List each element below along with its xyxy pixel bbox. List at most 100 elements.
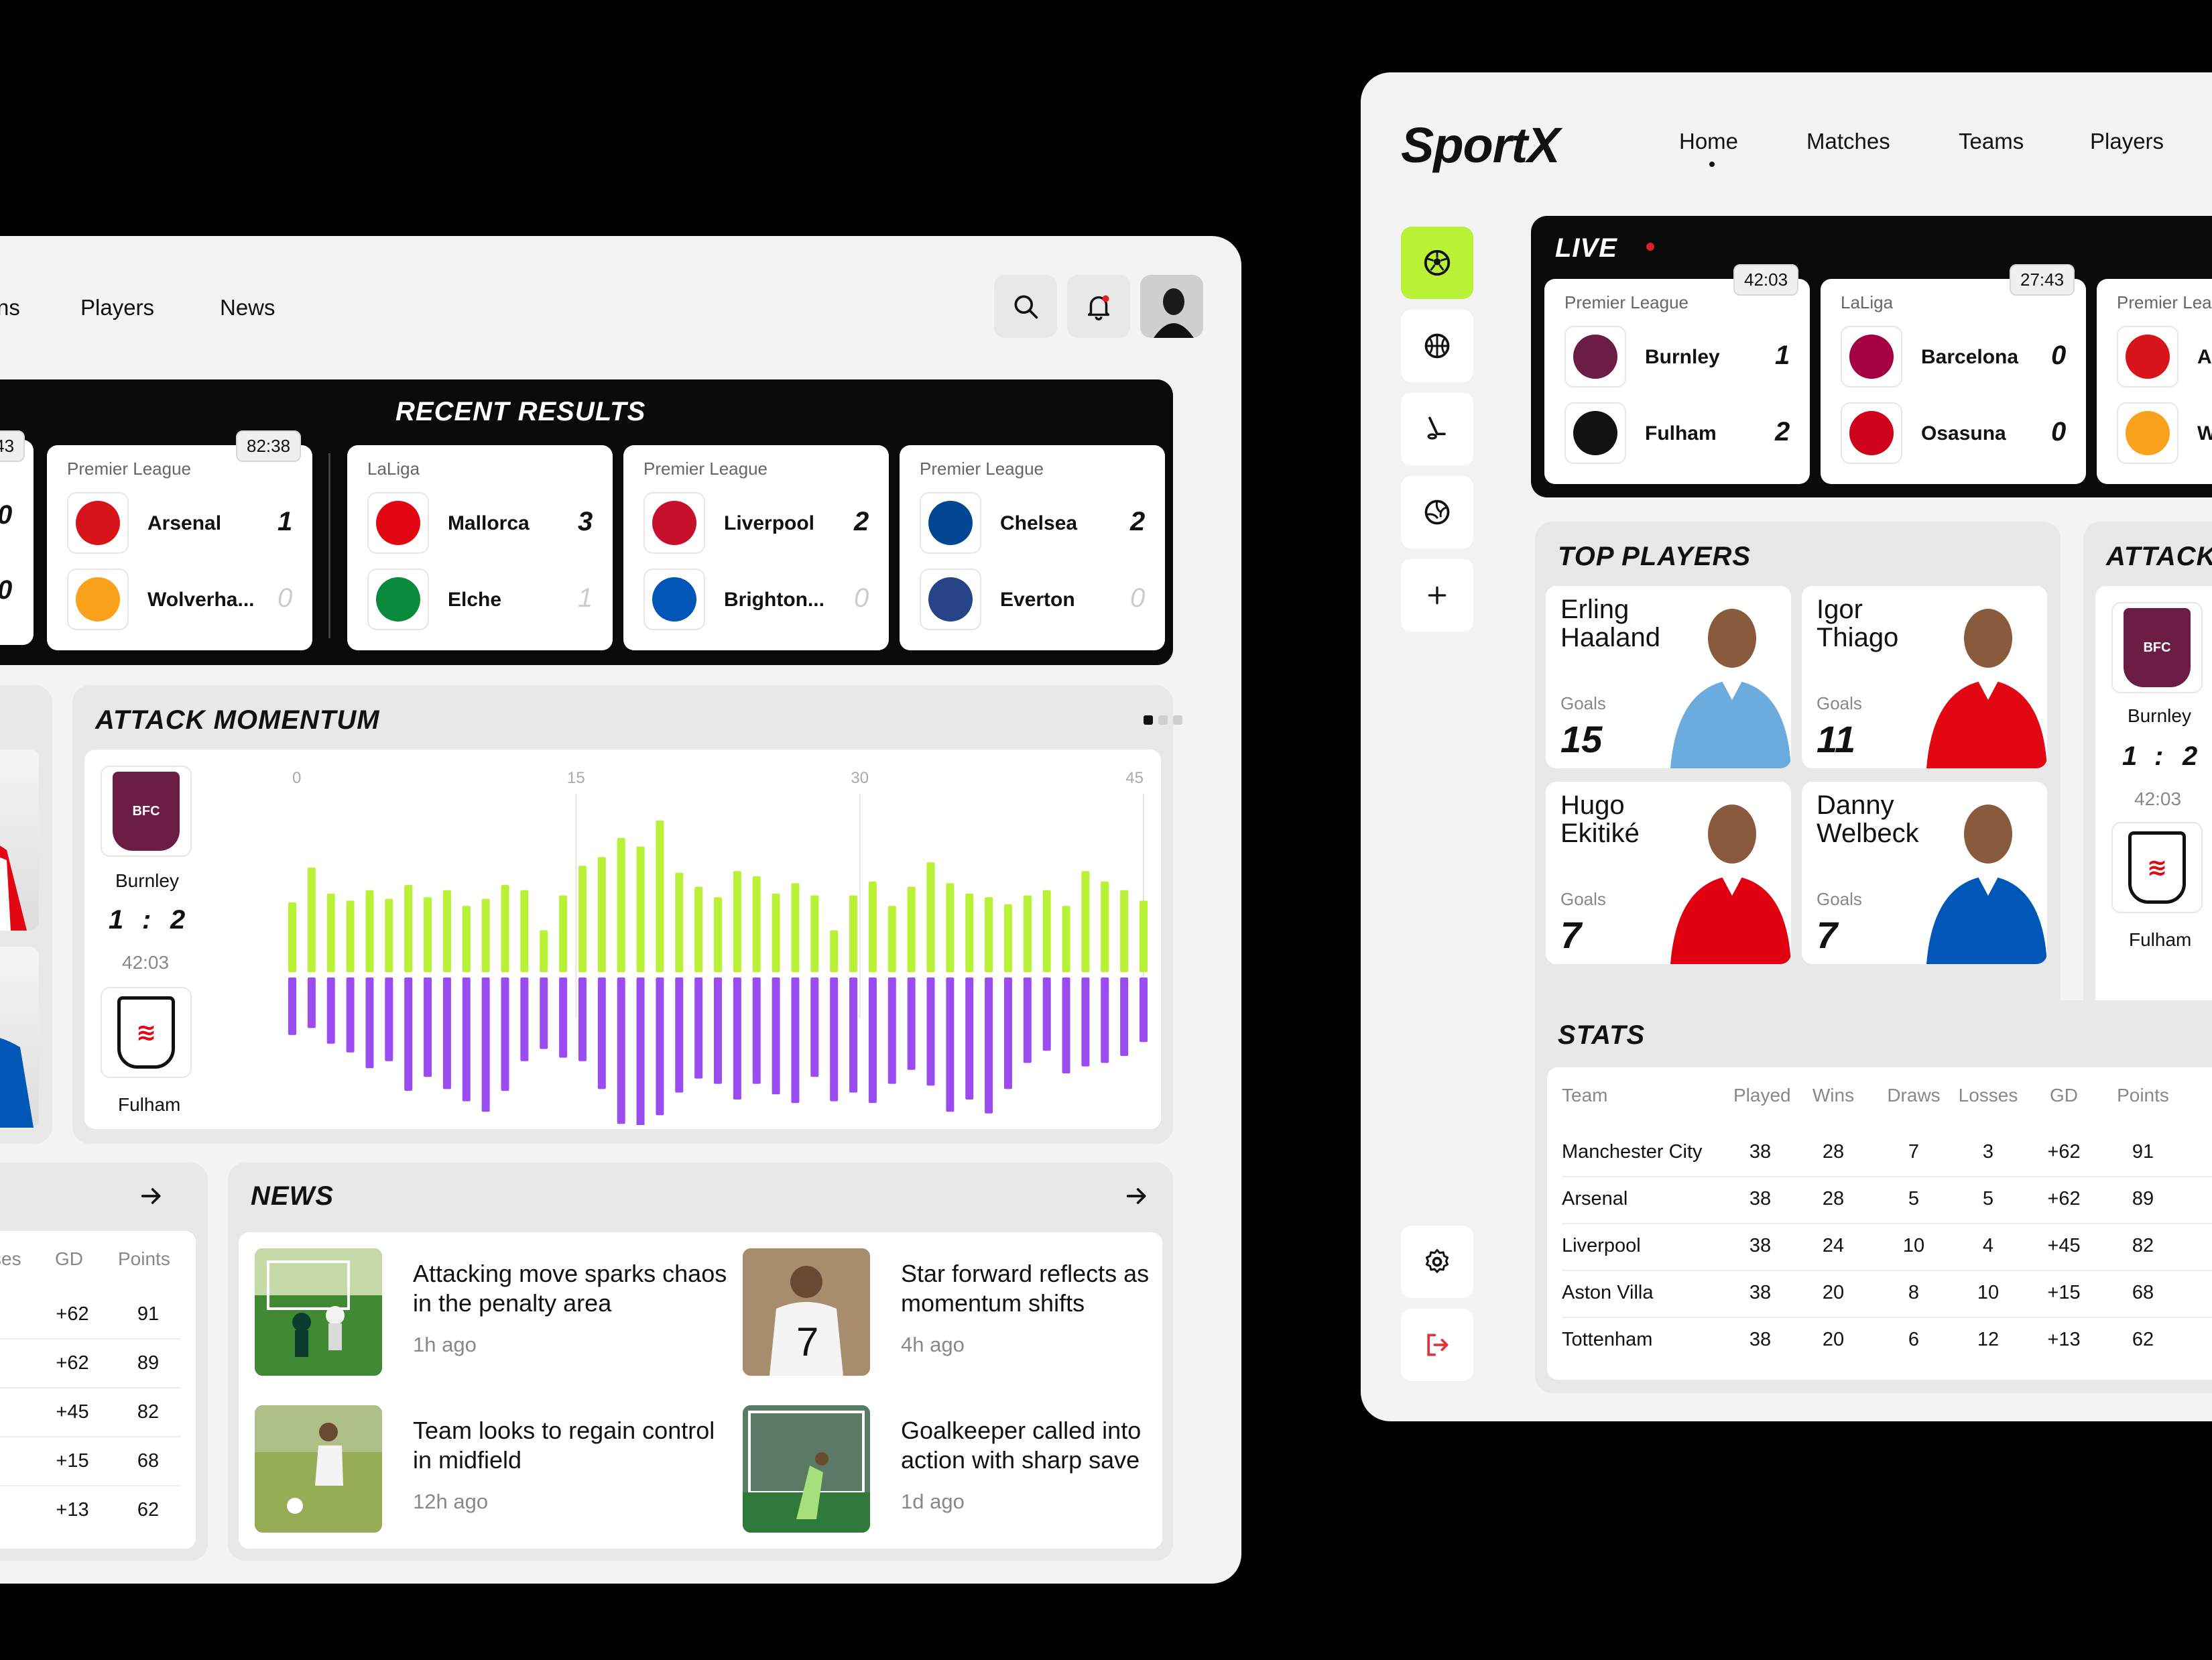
nav-news[interactable]: News: [220, 295, 275, 320]
team-a-crest-icon: [76, 501, 120, 545]
away-momentum-bar: [946, 977, 955, 1112]
arrow-right-icon[interactable]: [1123, 1183, 1150, 1209]
pager-dot[interactable]: [1173, 715, 1182, 725]
news-item-title[interactable]: Star forward reflects as momentum shifts: [901, 1259, 1169, 1318]
news-item-title[interactable]: Attacking move sparks chaos in the penal…: [413, 1259, 728, 1318]
team-b-crest: [367, 569, 429, 630]
live-indicator-dot: [1646, 243, 1654, 251]
home-momentum-bar: [404, 885, 413, 972]
team-a-name: Burnley: [1645, 346, 1720, 368]
pager-dots[interactable]: [1144, 715, 1182, 725]
away-team: Fulham: [118, 1094, 181, 1115]
away-momentum-bar: [1081, 977, 1090, 1067]
league-name: Premier League: [920, 459, 1044, 479]
sport-football-button[interactable]: [1401, 227, 1473, 299]
news-thumbnail[interactable]: [255, 1248, 382, 1376]
stats-cell: 6: [1908, 1329, 1920, 1350]
player-image-partial: [0, 750, 39, 931]
stats-team-name[interactable]: Arsenal: [1562, 1188, 1723, 1210]
pager-dot[interactable]: [1158, 715, 1168, 725]
attack-momentum-section: ATTACK MOMENTUM BFC Burnley 1 : 2 42:03 …: [72, 685, 1182, 1144]
match-time: 27:43: [2010, 264, 2075, 296]
team-a-name: Barcelona: [1921, 346, 2019, 368]
away-momentum-bar: [1062, 977, 1070, 1073]
home-momentum-bar: [849, 895, 858, 972]
team-a-name: Arsenal: [147, 512, 222, 534]
team-b-crest-icon: [1849, 411, 1894, 455]
stats-team-name[interactable]: Liverpool: [1562, 1235, 1723, 1257]
attack-momentum-partial-section: ATTACK I BFC Burnley 1 : 2 42:03 ≋ Fulha…: [2083, 522, 2212, 1049]
home-momentum-bar: [1140, 900, 1148, 972]
team-a-crest-icon: [376, 501, 420, 545]
stats-team-name[interactable]: Manchester City: [1562, 1141, 1723, 1163]
stats-cell: +62: [2047, 1188, 2081, 1209]
arrow-right-icon[interactable]: [138, 1183, 165, 1209]
avatar[interactable]: [1140, 275, 1203, 338]
result-card[interactable]: LaLiga Mallorca Elche 3 1: [347, 445, 613, 650]
app-logo[interactable]: SportX: [1401, 117, 1560, 174]
nav-teams[interactable]: ns: [0, 295, 20, 320]
news-thumbnail[interactable]: [743, 1405, 870, 1533]
match-time: 27:43: [0, 430, 25, 462]
stats-gd: +45: [56, 1401, 89, 1423]
news-item-time: 12h ago: [413, 1490, 489, 1513]
result-card[interactable]: Premier League Chelsea Everton 2 0: [900, 445, 1165, 650]
away-momentum-bar: [907, 977, 916, 1070]
nav-teams[interactable]: Teams: [1959, 129, 2024, 154]
nav-matches[interactable]: Matches: [1806, 129, 1890, 154]
row-divider: [1562, 1317, 2212, 1318]
team-a-name: Liverpool: [724, 512, 815, 534]
logout-button[interactable]: [1401, 1309, 1473, 1381]
stats-col-losses: Losses: [1958, 1085, 2018, 1106]
bell-icon: [1087, 295, 1110, 320]
notifications-button[interactable]: [1067, 275, 1130, 338]
score-b: 0: [0, 575, 12, 605]
left-dashboard-panel: ns Players News RECENT RESULTS 0 0 n 27:…: [0, 236, 1241, 1584]
result-card-partial[interactable]: 0 0 n: [0, 440, 34, 645]
tick-label: 0: [292, 769, 301, 787]
away-momentum-bar: [617, 977, 625, 1124]
search-button[interactable]: [994, 275, 1057, 338]
stats-col-points: Points: [2117, 1085, 2169, 1106]
away-momentum-bar: [442, 977, 451, 1089]
news-thumbnail[interactable]: 7: [743, 1248, 870, 1376]
away-momentum-bar: [1003, 977, 1012, 1089]
news-item-title[interactable]: Team looks to regain control in midfield: [413, 1416, 728, 1475]
player-card[interactable]: Erling Haaland Goals 15: [1546, 586, 1791, 768]
player-card[interactable]: Igor Thiago Goals 11: [1802, 586, 2047, 768]
away-momentum-bar: [559, 977, 568, 1058]
home-momentum-bar: [597, 857, 606, 972]
news-item-title[interactable]: Goalkeeper called into action with sharp…: [901, 1416, 1169, 1475]
nav-players[interactable]: Players: [2090, 129, 2164, 154]
away-momentum-bar: [714, 977, 722, 1084]
home-momentum-bar: [1062, 906, 1070, 972]
live-match-card[interactable]: Premier Lea A W: [2097, 279, 2212, 484]
sport-volleyball-button[interactable]: [1401, 476, 1473, 548]
player-card[interactable]: Danny Welbeck Goals 7: [1802, 782, 2047, 964]
stats-team-name[interactable]: Aston Villa: [1562, 1282, 1723, 1304]
stats-cell: 24: [1822, 1235, 1845, 1256]
pager-dot-active[interactable]: [1144, 715, 1153, 725]
away-momentum-bar: [772, 977, 780, 1095]
stats-team-name[interactable]: Tottenham: [1562, 1329, 1723, 1351]
home-score: 1: [2122, 742, 2138, 771]
away-momentum-bar: [636, 977, 645, 1125]
away-momentum-bar: [887, 977, 896, 1084]
result-card[interactable]: Premier League Liverpool Brighton... 2 0: [623, 445, 889, 650]
news-thumbnail[interactable]: [255, 1405, 382, 1533]
player-card[interactable]: Hugo Ekitiké Goals 7: [1546, 782, 1791, 964]
nav-home[interactable]: Home: [1679, 129, 1738, 154]
settings-button[interactable]: [1401, 1226, 1473, 1298]
avatar-icon: [1140, 275, 1203, 338]
sport-basketball-button[interactable]: [1401, 310, 1473, 382]
result-card[interactable]: Premier League Arsenal Wolverha... 1 0: [47, 445, 312, 650]
player-last-name: Thiago: [1817, 623, 1899, 652]
nav-players[interactable]: Players: [80, 295, 154, 320]
add-sport-button[interactable]: [1401, 559, 1473, 632]
live-match-card[interactable]: LaLiga Barcelona Osasuna 0 0: [1821, 279, 2086, 484]
sport-hockey-button[interactable]: [1401, 393, 1473, 465]
away-score: 2: [170, 905, 186, 935]
search-icon: [1014, 295, 1038, 319]
live-match-card[interactable]: Premier League Burnley Fulham 1 2: [1544, 279, 1810, 484]
away-crest: ≋: [101, 987, 192, 1078]
